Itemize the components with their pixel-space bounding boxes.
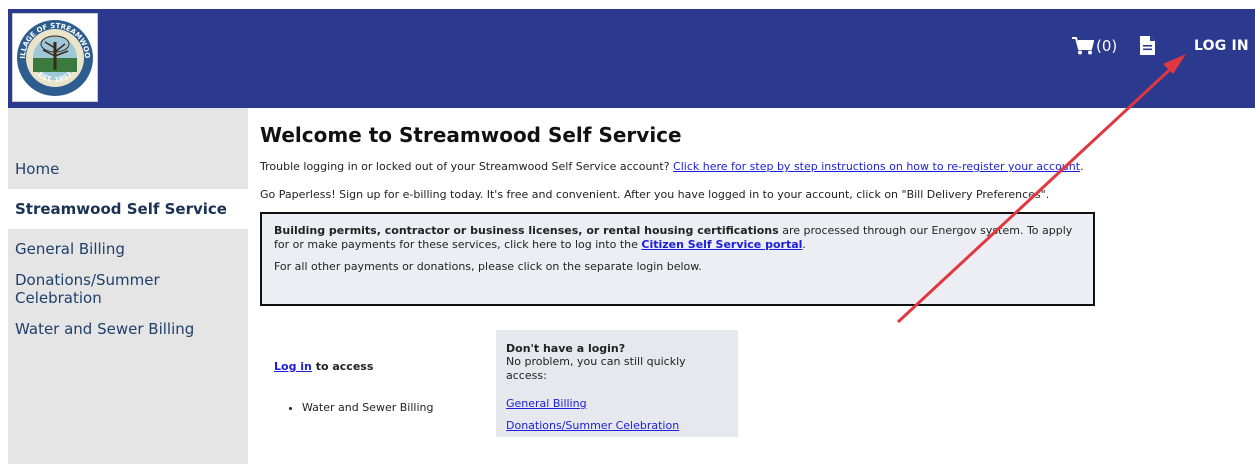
sidebar-item-donations[interactable]: Donations/Summer Celebration: [8, 269, 248, 309]
no-login-subtext: No problem, you can still quickly access…: [506, 355, 686, 382]
cart-count: (0): [1096, 37, 1118, 55]
page-title: Welcome to Streamwood Self Service: [260, 123, 682, 147]
re-register-instructions-link[interactable]: Click here for step by step instructions…: [673, 160, 1080, 173]
login-access-list: Water and Sewer Billing: [274, 401, 433, 414]
cart-icon: [1072, 37, 1094, 55]
quick-access-links: General Billing Donations/Summer Celebra…: [506, 393, 728, 437]
no-login-heading: Don't have a login?: [506, 342, 626, 355]
notice-other-payments-text: For all other payments or donations, ple…: [274, 260, 702, 273]
cart-button[interactable]: (0): [1072, 35, 1117, 57]
no-login-box: Don't have a login? No problem, you can …: [496, 330, 738, 437]
sidebar-item-home[interactable]: Home: [8, 149, 248, 189]
trouble-login-text: Trouble logging in or locked out of your…: [260, 160, 1084, 173]
login-access-section: Log in to access Water and Sewer Billing: [274, 360, 433, 414]
header-bar: VILLAGE OF STREAMWOOD EST. 1957 (0) LOG …: [8, 9, 1255, 108]
quick-link-general-billing[interactable]: General Billing: [506, 393, 728, 415]
citizen-self-service-link[interactable]: Citizen Self Service portal: [641, 238, 802, 251]
sidebar-item-general-billing[interactable]: General Billing: [8, 229, 248, 269]
main-content: Welcome to Streamwood Self Service Troub…: [258, 108, 1248, 464]
paperless-text: Go Paperless! Sign up for e-billing toda…: [260, 188, 1050, 201]
login-button[interactable]: LOG IN: [1194, 35, 1249, 57]
document-icon: [1140, 35, 1155, 55]
seal-graphic: VILLAGE OF STREAMWOOD EST. 1957: [15, 18, 93, 96]
documents-button[interactable]: [1140, 33, 1155, 57]
energov-notice-box: Building permits, contractor or business…: [260, 212, 1095, 306]
sidebar-nav: Home Streamwood Self Service General Bil…: [8, 108, 248, 464]
notice-bold-text: Building permits, contractor or business…: [274, 224, 779, 237]
quick-link-donations[interactable]: Donations/Summer Celebration: [506, 415, 728, 437]
sidebar-item-streamwood-self-service[interactable]: Streamwood Self Service: [8, 189, 248, 229]
sidebar-item-water-sewer[interactable]: Water and Sewer Billing: [8, 309, 248, 349]
log-in-link[interactable]: Log in: [274, 360, 312, 373]
list-item: Water and Sewer Billing: [302, 401, 433, 414]
village-logo[interactable]: VILLAGE OF STREAMWOOD EST. 1957: [12, 13, 98, 102]
